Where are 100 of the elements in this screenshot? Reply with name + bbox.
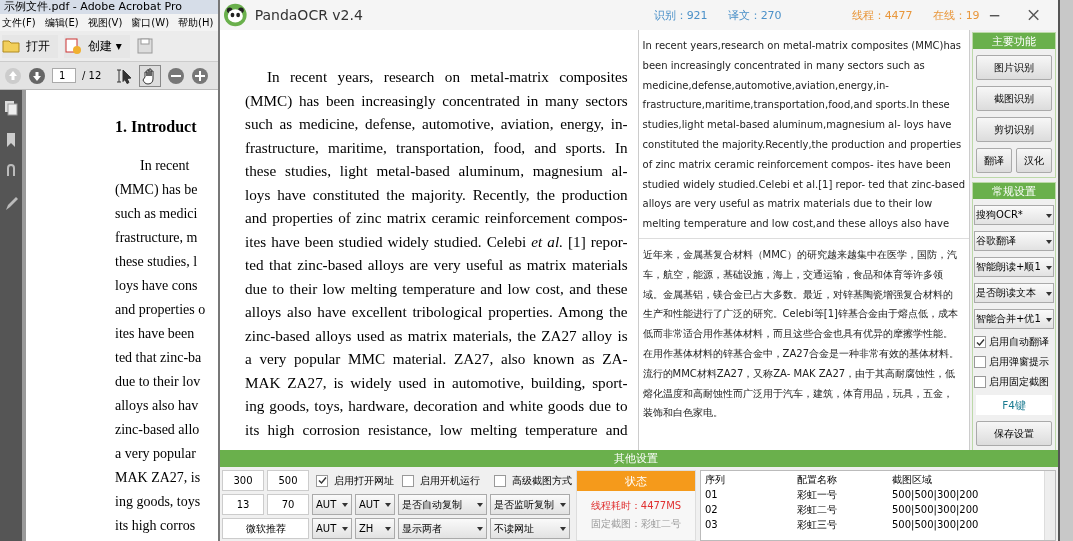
window-title: 示例文件.pdf - Adobe Acrobat Pro <box>4 0 182 13</box>
translation-text-area[interactable] <box>638 239 970 450</box>
checkbox[interactable] <box>974 356 987 368</box>
cursor-icon[interactable] <box>115 66 134 85</box>
table-cell-text: 500|500|300|200 <box>892 518 980 532</box>
document-text: alloys also hav <box>115 397 199 415</box>
dropdown[interactable]: AUT <box>355 494 395 515</box>
stat-label: 在线：19 <box>932 7 980 23</box>
document-text: such as medici <box>115 205 198 223</box>
action-button[interactable]: 截图识别 <box>976 86 1052 111</box>
ocr-text: constituted the majority.Recently,the production and properties <box>642 138 963 152</box>
panda-icon <box>224 3 247 27</box>
ocr-text: medicine,defense,automotive,aviation,energy,in- <box>642 78 890 93</box>
dropdown[interactable]: 是否监听复制 <box>490 494 570 515</box>
action-button[interactable]: 汉化 <box>1016 148 1052 173</box>
translation-text: 在用作基体材料的锌基合金中，ZA27合金是一种非常有效的基体材料。 <box>642 347 961 361</box>
engine-button[interactable]: 微软推荐 <box>222 518 309 539</box>
document-text: ing goods, toys, hardware, decoration and white goods due to <box>245 396 628 416</box>
document-text: ted that zinc-based alloys are very useful as matrix materials <box>245 255 628 275</box>
ocr-text-area[interactable] <box>638 30 970 239</box>
scrollbar[interactable] <box>1044 471 1055 540</box>
checkbox[interactable] <box>316 474 328 487</box>
document-text: MAK ZA27, is widely used in automotive, building, sport- <box>245 372 628 393</box>
document-text: a very popular <box>115 445 196 463</box>
checkbox[interactable] <box>974 376 987 388</box>
ocr-text: frastructure,maritime,transportation,food,and sports.In these <box>642 98 951 113</box>
table-cell-text: 彩虹三号 <box>797 518 838 532</box>
checkbox-label: 启用自动翻译 <box>989 335 1050 349</box>
number-field[interactable]: 300 <box>222 470 264 491</box>
dropdown[interactable]: AUT <box>312 494 352 515</box>
page-number-field[interactable]: 1 <box>52 68 76 83</box>
translation-text: 域。金属基铝，镁合金已占大多数。最近，对锌基陶瓷增强复合材料的 <box>642 287 954 302</box>
menu-item[interactable]: 文件(F) <box>2 15 36 30</box>
column-header: 配置名称 <box>797 473 838 487</box>
checkbox-label: 启用打开网址 <box>334 473 394 488</box>
dropdown[interactable]: 显示两者 <box>398 518 487 539</box>
document-text: a very popular MMC material. ZA27, also known as ZA- <box>245 349 628 369</box>
dropdown[interactable]: 是否朗读文本 <box>974 283 1054 303</box>
translation-text: 生产和性能进行了广泛的研究。Celebi等[1]锌基合金由于熔点低，成本 <box>642 307 959 322</box>
document-text: ites have been studied widely studied. Celebi et al. [1] repor- <box>245 231 628 252</box>
document-text: MAK ZA27, is <box>115 469 201 487</box>
stat-label: 线程：4477 <box>851 7 913 23</box>
save-button[interactable]: 保存设置 <box>976 421 1052 446</box>
document-text: its high corros <box>115 517 196 535</box>
action-button[interactable]: 图片识别 <box>976 55 1052 80</box>
number-field[interactable]: 500 <box>267 470 309 491</box>
dropdown[interactable]: 不读网址 <box>490 518 570 539</box>
checkbox-label: 启用弹窗提示 <box>989 355 1050 369</box>
checkbox[interactable] <box>494 474 506 487</box>
action-button[interactable]: 剪切识别 <box>976 117 1052 142</box>
document-text: ted that zinc-ba <box>115 349 202 367</box>
pen-icon[interactable] <box>4 196 18 212</box>
ocr-text: In recent years,research on metal-matrix composites (MMC)has <box>642 39 963 53</box>
action-button[interactable]: 翻译 <box>976 148 1013 173</box>
number-field[interactable]: 13 <box>222 494 264 515</box>
table-row[interactable]: 02 彩虹二号 500|500|300|200 <box>705 502 1040 517</box>
menu-item[interactable]: 窗口(W) <box>131 15 170 30</box>
hotkey-label: F4键 <box>976 395 1052 415</box>
bookmark-icon[interactable] <box>5 132 17 148</box>
document-text: alloys also have excellent tribological properties. Among the <box>245 302 628 322</box>
dropdown[interactable]: ZH <box>355 518 395 539</box>
dropdown[interactable]: AUT <box>312 518 352 539</box>
menu-item[interactable]: 帮助(H) <box>178 15 214 30</box>
document-text: frastructure, maritime, transportation, food, and sports. In <box>245 137 628 158</box>
hand-icon[interactable] <box>139 64 162 87</box>
document-text: zinc-based alloys used as matrix materials, the ZA27 alloy is <box>245 325 628 346</box>
status-header: 状态 <box>577 471 695 491</box>
stat-label: 识别：921 <box>653 7 708 23</box>
dropdown[interactable]: 智能合并+优1 <box>974 309 1054 329</box>
open-button[interactable]: 打开 <box>2 34 58 58</box>
translation-text: 低而非常适合用作基体材料，而且这些合金也具有优异的摩擦学性能。 <box>642 327 954 342</box>
translation-text: 车，航空，能源，基础设施，海上，交通运输，食品和体育等许多领 <box>642 267 944 282</box>
document-icon <box>64 38 82 54</box>
translation-text: 近年来，金属基复合材料（MMC）的研究越来越集中在医学，国防，汽 <box>642 248 958 262</box>
checkbox[interactable] <box>974 336 987 348</box>
dropdown[interactable]: 是否自动复制 <box>398 494 487 515</box>
create-button[interactable]: 创建 ▾ <box>64 34 130 58</box>
menu-item[interactable]: 视图(V) <box>87 15 123 30</box>
dropdown[interactable]: 谷歌翻译 <box>974 231 1054 251</box>
document-text: due to their lov <box>115 373 201 391</box>
menu-item[interactable]: 编辑(E) <box>44 15 79 30</box>
document-text: its high corrosion resistance, low melting temperature and <box>245 419 628 440</box>
zoom-out-icon[interactable] <box>167 66 186 85</box>
checkbox-label: 启用开机运行 <box>420 473 480 488</box>
translation-text: 熔化温度和高耐蚀性而广泛用于汽车，建筑，体育用品，玩具，五金， <box>642 386 954 401</box>
table-cell-text: 03 <box>705 518 719 532</box>
dropdown[interactable]: 智能朗读+顺1 <box>974 257 1054 277</box>
table-row[interactable]: 03 彩虹三号 500|500|300|200 <box>705 517 1040 532</box>
document-text: these studies, light metal-based aluminum, magnesium al- <box>245 161 628 181</box>
document-text: (MMC) has been increasingly concentrated in many sectors <box>245 90 628 111</box>
pages-icon[interactable] <box>4 100 18 116</box>
number-field[interactable]: 70 <box>267 494 309 515</box>
dropdown[interactable]: 搜狗OCR* <box>974 205 1054 225</box>
checkbox[interactable] <box>402 474 414 487</box>
close-icon[interactable] <box>1026 8 1040 22</box>
zoom-in-icon[interactable] <box>191 66 210 85</box>
table-row[interactable]: 01 彩虹一号 500|500|300|200 <box>705 487 1040 502</box>
section-heading: 1. Introduct <box>115 118 197 136</box>
document-text: and properties o <box>115 301 206 319</box>
document-text: ites have been <box>115 325 195 343</box>
